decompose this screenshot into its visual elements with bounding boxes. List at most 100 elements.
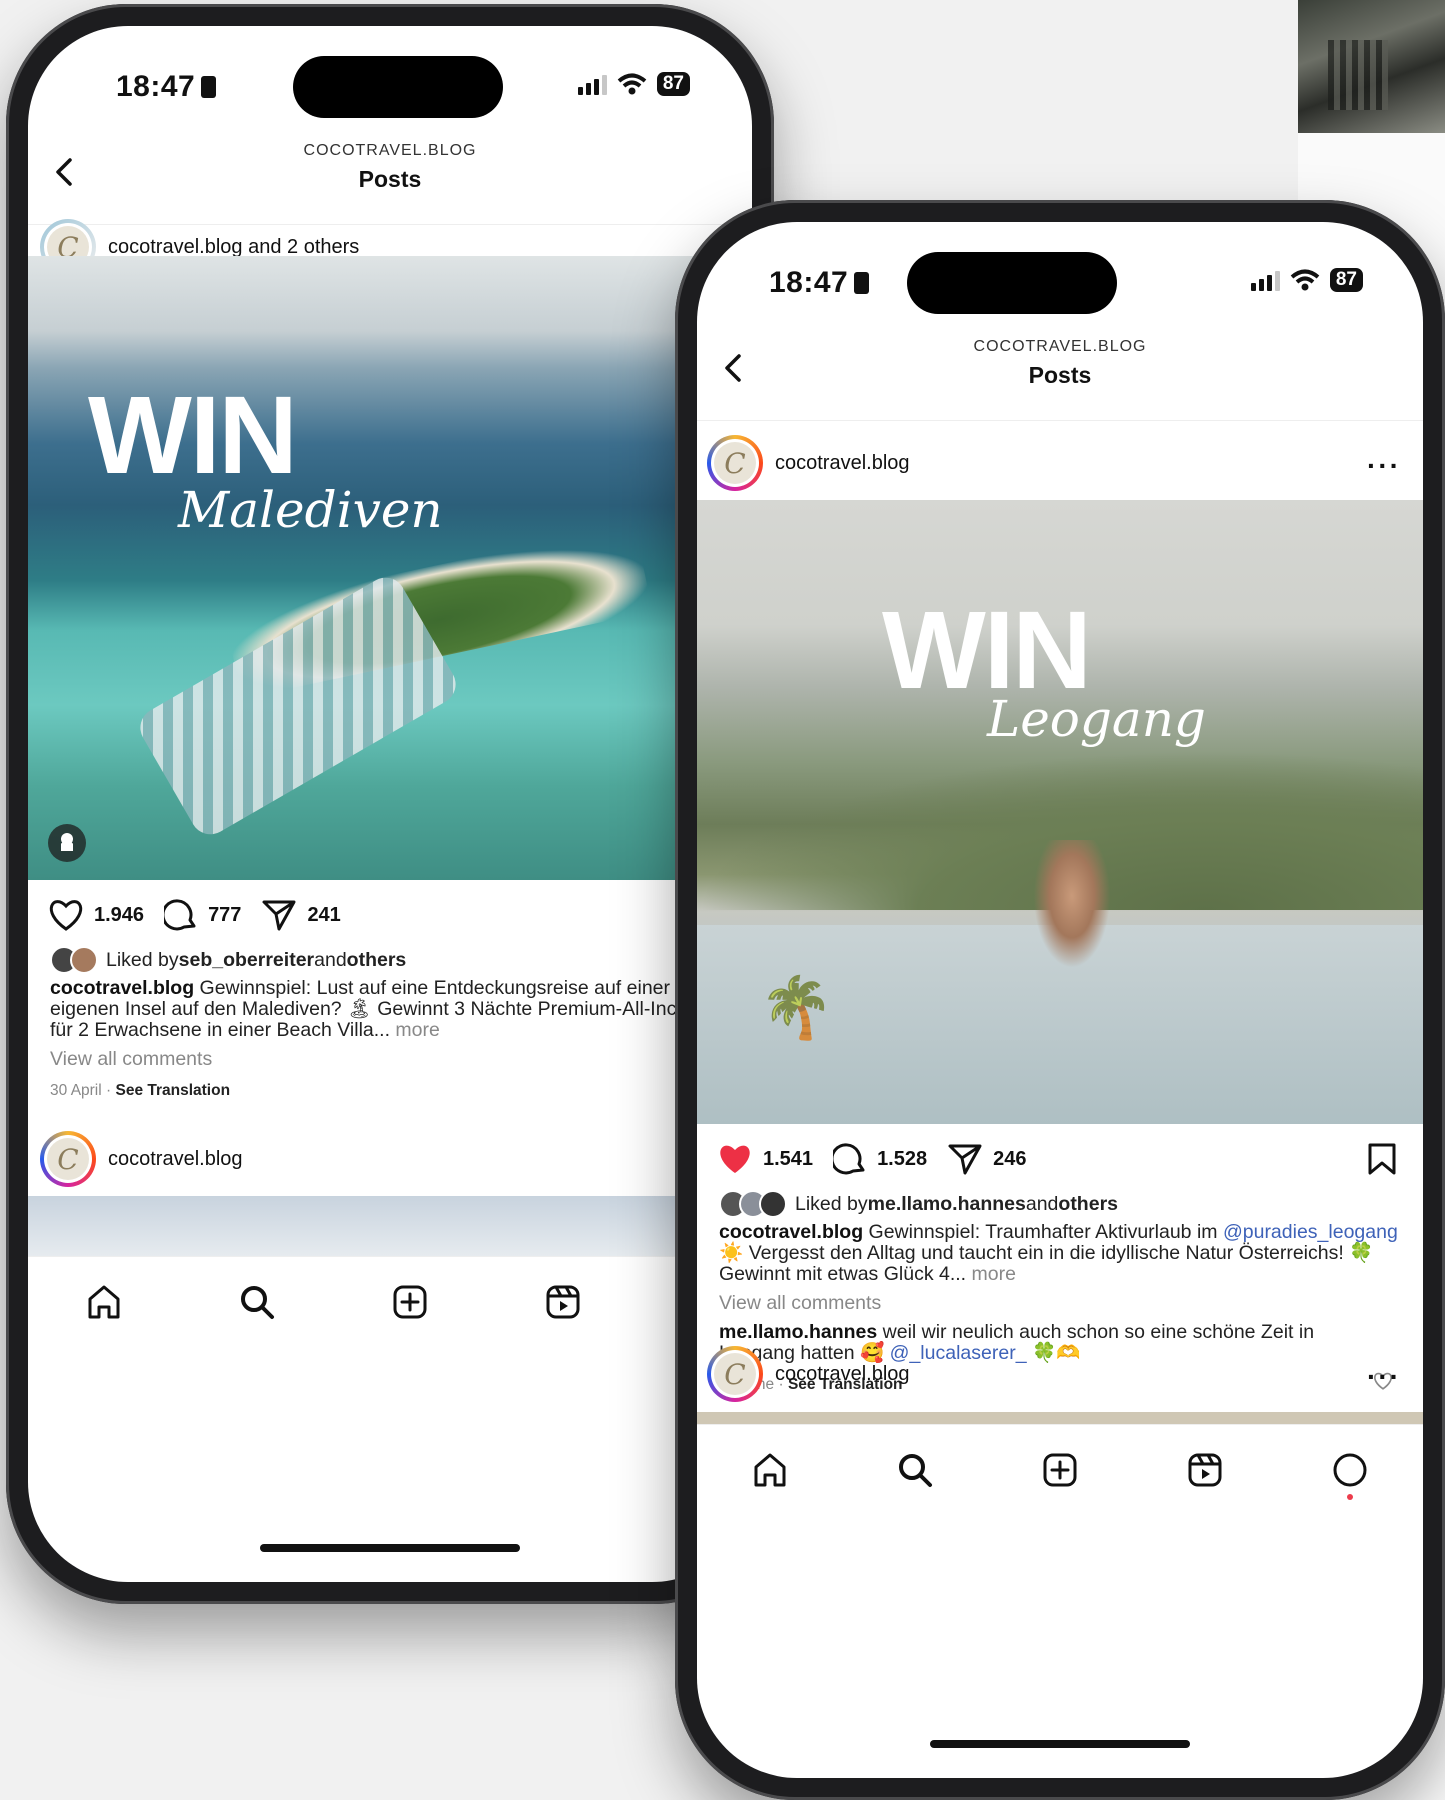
liked-by-others[interactable]: others bbox=[347, 949, 407, 971]
share-icon[interactable] bbox=[947, 1142, 983, 1176]
more-dots-icon[interactable]: ··· bbox=[1367, 450, 1401, 482]
more-link[interactable]: more bbox=[390, 1019, 439, 1041]
caption-mention[interactable]: @puradies_leogang bbox=[1223, 1221, 1398, 1243]
more-link[interactable]: more bbox=[966, 1263, 1016, 1285]
header-account: COCOTRAVEL.BLOG bbox=[303, 142, 477, 159]
reels-icon bbox=[1188, 1453, 1222, 1487]
like-action[interactable]: 1.541 bbox=[717, 1143, 813, 1175]
comment-icon[interactable] bbox=[833, 1142, 867, 1176]
signal-icon bbox=[1250, 269, 1280, 291]
caption-text: cocotravel.blog Gewinnspiel: Traumhafter… bbox=[719, 1221, 1398, 1285]
battery-indicator: 87 bbox=[1329, 268, 1363, 292]
brand-logo-icon: C bbox=[714, 1353, 756, 1395]
status-time: 18:47 bbox=[116, 70, 196, 103]
tab-reels[interactable] bbox=[1183, 1448, 1227, 1492]
notification-dot bbox=[1347, 1494, 1354, 1500]
liked-by-others[interactable]: others bbox=[1058, 1193, 1118, 1215]
liked-by: Liked by seb_oberreiter and others bbox=[50, 946, 742, 974]
post-image[interactable]: WIN Malediven 🌴 bbox=[28, 256, 752, 880]
avatar[interactable]: C bbox=[40, 1131, 96, 1187]
comment-count: 1.528 bbox=[877, 1147, 928, 1170]
author-suffix: and 2 others bbox=[242, 235, 360, 258]
comment-action[interactable]: 1.528 bbox=[833, 1142, 927, 1176]
see-translation[interactable]: See Translation bbox=[115, 1082, 230, 1099]
user-tag-icon[interactable] bbox=[48, 824, 86, 862]
heart-icon[interactable] bbox=[48, 899, 84, 931]
post-image[interactable]: WIN Leogang 🌴 bbox=[697, 500, 1423, 1124]
tab-create[interactable] bbox=[1038, 1448, 1082, 1492]
tab-create[interactable] bbox=[388, 1280, 432, 1324]
bottom-tab-bar bbox=[28, 1256, 752, 1347]
image-headline: WIN bbox=[88, 374, 298, 497]
liked-by-user[interactable]: me.llamo.hannes bbox=[868, 1193, 1026, 1215]
avatar[interactable]: C bbox=[707, 435, 763, 491]
id-card-icon bbox=[854, 272, 870, 294]
post-actions: 1.946 777 241 bbox=[28, 890, 752, 940]
brand-logo-icon: C bbox=[47, 1138, 89, 1180]
next-post-header: C cocotravel.blog ··· bbox=[697, 1339, 1423, 1409]
tab-profile[interactable] bbox=[1328, 1448, 1372, 1500]
view-all-comments[interactable]: View all comments bbox=[50, 1049, 742, 1070]
signal-icon bbox=[577, 73, 607, 95]
profile-icon bbox=[1333, 1453, 1367, 1487]
share-count: 241 bbox=[307, 903, 341, 926]
header-account: COCOTRAVEL.BLOG bbox=[973, 338, 1147, 355]
next-post-author[interactable]: cocotravel.blog bbox=[775, 1363, 910, 1386]
next-post-image[interactable] bbox=[28, 1196, 752, 1256]
liked-by-user[interactable]: seb_oberreiter bbox=[179, 949, 314, 971]
id-card-icon bbox=[201, 76, 217, 98]
back-chevron-icon[interactable] bbox=[715, 348, 755, 388]
palm-tree-icon: 🌴 bbox=[759, 974, 834, 1041]
avatar bbox=[70, 946, 98, 974]
view-all-comments[interactable]: View all comments bbox=[719, 1293, 1413, 1314]
tab-search[interactable] bbox=[235, 1280, 279, 1324]
caption-text: cocotravel.blog Gewinnspiel: Lust auf ei… bbox=[50, 977, 727, 1041]
post-date: 30 April · See Translation bbox=[50, 1082, 231, 1099]
comment-icon[interactable] bbox=[164, 898, 198, 932]
wifi-icon bbox=[617, 73, 647, 95]
post-actions: 1.541 1.528 246 bbox=[697, 1134, 1423, 1184]
share-action[interactable]: 241 bbox=[261, 898, 341, 932]
next-post-image[interactable] bbox=[697, 1412, 1423, 1424]
wifi-icon bbox=[1290, 269, 1320, 291]
status-bar: 18:47 87 bbox=[697, 260, 1423, 310]
like-count: 1.541 bbox=[763, 1147, 814, 1170]
back-chevron-icon[interactable] bbox=[46, 152, 86, 192]
home-icon bbox=[88, 1285, 120, 1319]
share-count: 246 bbox=[993, 1147, 1027, 1170]
more-dots-icon[interactable]: ··· bbox=[1367, 1361, 1401, 1393]
next-post-author[interactable]: cocotravel.blog bbox=[108, 1148, 243, 1171]
home-icon bbox=[754, 1453, 786, 1487]
header-title: Posts bbox=[358, 166, 422, 192]
phone-left-screen: 18:47 87 COCOTRAVEL.BLOG Posts C cocotra… bbox=[28, 26, 752, 1582]
heart-icon[interactable] bbox=[717, 1143, 753, 1175]
image-script-text: Leogang bbox=[987, 690, 1206, 748]
create-icon bbox=[393, 1285, 427, 1319]
share-action[interactable]: 246 bbox=[947, 1142, 1027, 1176]
phone-right-screen: 18:47 87 COCOTRAVEL.BLOG Posts C cocotra… bbox=[697, 222, 1423, 1778]
share-icon[interactable] bbox=[261, 898, 297, 932]
avatar[interactable]: C bbox=[707, 1346, 763, 1402]
comment-count: 777 bbox=[208, 903, 242, 926]
background-photo bbox=[1298, 0, 1445, 133]
like-count: 1.946 bbox=[94, 903, 145, 926]
post-caption-area: Liked by seb_oberreiter and others cocot… bbox=[50, 946, 742, 1101]
phone-right: 18:47 87 COCOTRAVEL.BLOG Posts C cocotra… bbox=[675, 200, 1445, 1800]
comment-action[interactable]: 777 bbox=[164, 898, 241, 932]
search-icon bbox=[241, 1286, 275, 1319]
like-action[interactable]: 1.946 bbox=[48, 899, 144, 931]
status-bar: 18:47 87 bbox=[28, 64, 752, 114]
tab-reels[interactable] bbox=[541, 1280, 585, 1324]
reels-icon bbox=[546, 1285, 580, 1319]
post-author[interactable]: cocotravel.blog bbox=[775, 452, 910, 475]
caption-username[interactable]: cocotravel.blog bbox=[719, 1221, 863, 1243]
tab-home[interactable] bbox=[748, 1448, 792, 1492]
tab-search[interactable] bbox=[893, 1448, 937, 1492]
bookmark-icon[interactable] bbox=[1367, 1142, 1397, 1176]
author-username[interactable]: cocotravel.blog bbox=[108, 236, 243, 258]
tab-home[interactable] bbox=[82, 1280, 126, 1324]
brand-logo-icon: C bbox=[714, 442, 756, 484]
posts-header: COCOTRAVEL.BLOG Posts bbox=[697, 334, 1423, 404]
image-script-text: Malediven bbox=[178, 481, 443, 539]
caption-username[interactable]: cocotravel.blog bbox=[50, 977, 194, 999]
